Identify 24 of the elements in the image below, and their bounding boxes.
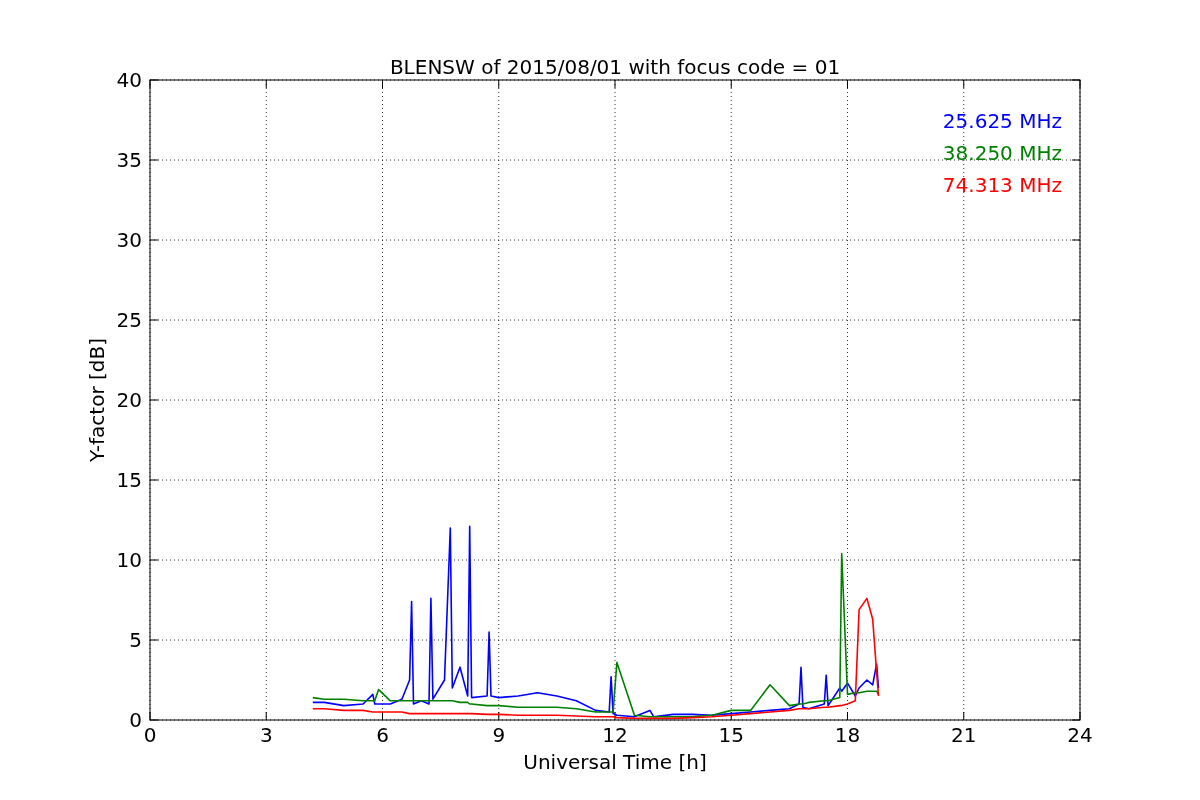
y-tick-label: 25 bbox=[116, 308, 142, 332]
y-tick-label: 0 bbox=[129, 708, 142, 732]
legend-label: 74.313 MHz bbox=[942, 173, 1062, 197]
x-tick-label: 9 bbox=[492, 723, 506, 747]
legend-label: 25.625 MHz bbox=[942, 109, 1062, 133]
y-tick-label: 10 bbox=[116, 548, 142, 572]
y-tick-label: 40 bbox=[116, 68, 142, 92]
x-tick-label: 12 bbox=[602, 723, 628, 747]
y-axis-label: Y-factor [dB] bbox=[85, 338, 109, 462]
x-tick-label: 6 bbox=[376, 723, 389, 747]
y-tick-label: 30 bbox=[116, 228, 142, 252]
x-axis-label: Universal Time [h] bbox=[523, 750, 707, 774]
y-tick-label: 35 bbox=[116, 148, 142, 172]
legend-label: 38.250 MHz bbox=[942, 141, 1062, 165]
x-tick-label: 3 bbox=[259, 723, 273, 747]
y-tick-label: 15 bbox=[116, 468, 142, 492]
x-tick-label: 0 bbox=[143, 723, 157, 747]
x-tick-label: 24 bbox=[1067, 723, 1093, 747]
x-tick-label: 15 bbox=[718, 723, 744, 747]
chart-title: BLENSW of 2015/08/01 with focus code = 01 bbox=[389, 55, 841, 79]
y-tick-label: 5 bbox=[129, 628, 142, 652]
x-tick-label: 18 bbox=[834, 723, 861, 747]
y-tick-label: 20 bbox=[116, 388, 142, 412]
x-tick-label: 21 bbox=[951, 723, 977, 747]
